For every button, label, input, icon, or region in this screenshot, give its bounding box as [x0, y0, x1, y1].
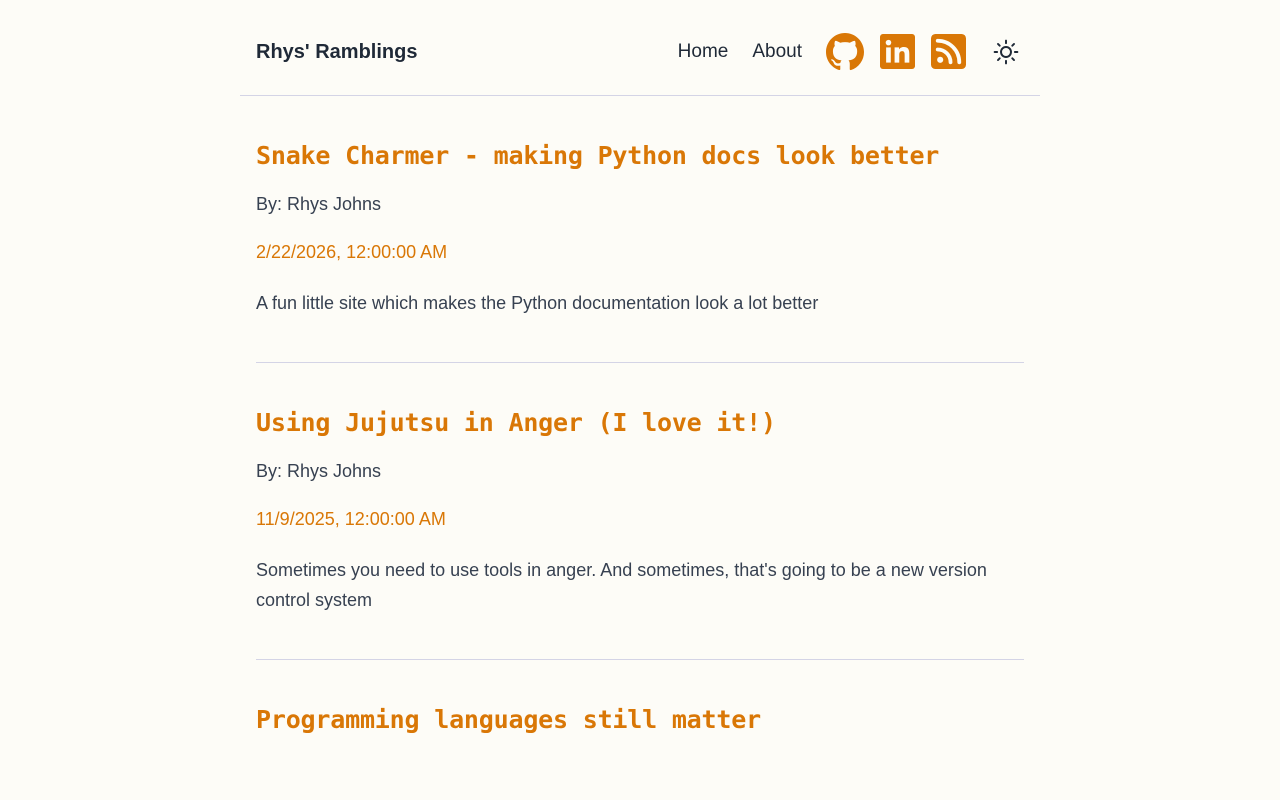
- post-item: Using Jujutsu in Anger (I love it!) By: …: [256, 363, 1024, 660]
- github-icon: [826, 32, 864, 70]
- post-title-link[interactable]: Snake Charmer - making Python docs look …: [256, 140, 1024, 172]
- post-date: 11/9/2025, 12:00:00 AM: [256, 509, 446, 529]
- site-header: Rhys' Ramblings Home About: [240, 0, 1040, 96]
- page-container: Rhys' Ramblings Home About Snake Charmer…: [240, 0, 1040, 780]
- rss-icon: [931, 34, 966, 69]
- post-summary: A fun little site which makes the Python…: [256, 293, 819, 313]
- main-nav: Home About: [678, 32, 1024, 71]
- post-author: By: Rhys Johns: [256, 194, 382, 214]
- nav-home-link[interactable]: Home: [678, 41, 729, 63]
- nav-about-link[interactable]: About: [752, 41, 802, 63]
- post-summary: Sometimes you need to use tools in anger…: [256, 560, 987, 610]
- github-link[interactable]: [826, 32, 864, 71]
- post-title-link[interactable]: Using Jujutsu in Anger (I love it!): [256, 407, 1024, 439]
- post-item: Snake Charmer - making Python docs look …: [256, 96, 1024, 363]
- post-list: Snake Charmer - making Python docs look …: [240, 96, 1040, 780]
- rss-link[interactable]: [931, 34, 966, 69]
- sun-icon: [993, 39, 1019, 64]
- theme-toggle-button[interactable]: [988, 34, 1024, 70]
- linkedin-icon: [880, 34, 915, 69]
- post-title-link[interactable]: Programming languages still matter: [256, 704, 1024, 736]
- post-author: By: Rhys Johns: [256, 461, 382, 481]
- site-title-link[interactable]: Rhys' Ramblings: [256, 41, 417, 64]
- post-date: 2/22/2026, 12:00:00 AM: [256, 242, 448, 262]
- linkedin-link[interactable]: [880, 34, 915, 69]
- post-item: Programming languages still matter: [256, 660, 1024, 780]
